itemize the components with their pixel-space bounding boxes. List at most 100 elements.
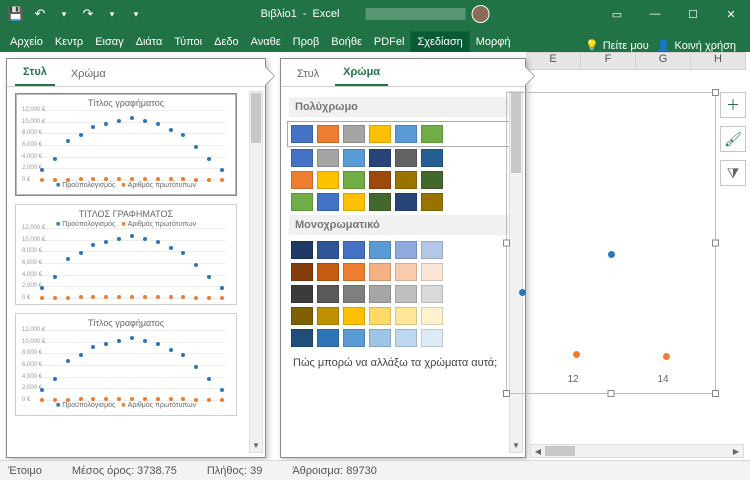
color-swatch[interactable] <box>343 149 365 167</box>
resize-handle[interactable] <box>712 240 719 247</box>
chart-elements-button[interactable]: ＋ <box>720 92 746 118</box>
color-swatch[interactable] <box>317 125 339 143</box>
color-swatch[interactable] <box>369 263 391 281</box>
chart-styles-button[interactable]: 🖌 <box>720 126 746 152</box>
close-button[interactable]: ✕ <box>712 0 750 28</box>
color-swatch[interactable] <box>343 125 365 143</box>
color-swatch[interactable] <box>291 125 313 143</box>
color-swatch[interactable] <box>291 307 313 325</box>
color-swatch[interactable] <box>317 149 339 167</box>
qat-customize-icon[interactable]: ▾ <box>126 4 146 24</box>
color-swatch[interactable] <box>395 307 417 325</box>
color-swatch[interactable] <box>369 307 391 325</box>
redo-icon[interactable]: ↷ <box>78 4 98 24</box>
minimize-button[interactable]: — <box>636 0 674 28</box>
resize-handle[interactable] <box>608 390 615 397</box>
avatar[interactable] <box>471 5 489 23</box>
style-tab[interactable]: Στυλ <box>15 60 55 86</box>
save-icon[interactable]: 💾 <box>6 4 26 24</box>
chart-style-thumb[interactable]: ΤΙΤΛΟΣ ΓΡΑΦΗΜΑΤΟΣΠροϋπολογισμόςΑριθμός π… <box>15 204 237 305</box>
resize-handle[interactable] <box>503 240 510 247</box>
style-tab-inactive[interactable]: Στυλ <box>289 62 327 86</box>
tab-layout[interactable]: Διάτα <box>130 32 169 52</box>
tell-me[interactable]: 💡Πείτε μου <box>585 39 649 52</box>
color-swatch[interactable] <box>317 307 339 325</box>
color-swatch[interactable] <box>317 285 339 303</box>
color-swatch[interactable] <box>369 125 391 143</box>
undo-icon[interactable]: ↶ <box>30 4 50 24</box>
color-swatch[interactable] <box>343 241 365 259</box>
color-swatch[interactable] <box>343 263 365 281</box>
color-swatch[interactable] <box>421 193 443 211</box>
color-swatch[interactable] <box>395 171 417 189</box>
color-scheme-row[interactable] <box>291 285 519 303</box>
color-swatch[interactable] <box>317 171 339 189</box>
color-swatch[interactable] <box>343 329 365 347</box>
color-tab-inactive[interactable]: Χρώμα <box>63 62 114 86</box>
col-f[interactable]: F <box>581 52 636 70</box>
embedded-chart[interactable]: 12 14 <box>506 92 716 394</box>
color-swatch[interactable] <box>421 241 443 259</box>
color-swatch[interactable] <box>343 285 365 303</box>
color-swatch[interactable] <box>395 125 417 143</box>
color-swatch[interactable] <box>421 149 443 167</box>
col-e[interactable]: E <box>526 52 581 70</box>
color-swatch[interactable] <box>369 285 391 303</box>
color-swatch[interactable] <box>317 263 339 281</box>
chart-style-thumb[interactable]: Τίτλος γραφήματος12,000 €10,000 €8,000 €… <box>15 93 237 196</box>
color-swatch[interactable] <box>291 149 313 167</box>
color-swatch[interactable] <box>421 307 443 325</box>
color-scheme-row[interactable] <box>291 329 519 347</box>
undo-drop-icon[interactable]: ▾ <box>54 4 74 24</box>
color-swatch[interactable] <box>369 171 391 189</box>
color-scheme-row[interactable] <box>289 123 519 145</box>
color-swatch[interactable] <box>369 329 391 347</box>
tab-pdf[interactable]: PDFel <box>368 32 411 52</box>
tab-home[interactable]: Κεντρ <box>49 32 89 52</box>
color-swatch[interactable] <box>395 285 417 303</box>
color-swatch[interactable] <box>421 263 443 281</box>
color-swatch[interactable] <box>343 171 365 189</box>
ribbon-options-icon[interactable]: ▭ <box>598 0 636 28</box>
color-swatch[interactable] <box>291 263 313 281</box>
redo-drop-icon[interactable]: ▾ <box>102 4 122 24</box>
color-swatch[interactable] <box>317 329 339 347</box>
tab-design[interactable]: Σχεδίαση <box>410 31 469 52</box>
color-swatch[interactable] <box>395 329 417 347</box>
color-swatch[interactable] <box>395 263 417 281</box>
color-swatch[interactable] <box>317 193 339 211</box>
color-swatch[interactable] <box>291 285 313 303</box>
style-scrollbar[interactable]: ▲▼ <box>249 91 263 453</box>
tab-help[interactable]: Βοήθε <box>325 32 368 52</box>
tab-format[interactable]: Μορφή <box>470 32 517 52</box>
color-swatch[interactable] <box>317 241 339 259</box>
color-swatch[interactable] <box>421 285 443 303</box>
color-scheme-row[interactable] <box>291 171 519 189</box>
color-swatch[interactable] <box>421 171 443 189</box>
share-button[interactable]: 👤Κοινή χρήση <box>657 39 736 52</box>
color-swatch[interactable] <box>421 329 443 347</box>
color-scheme-row[interactable] <box>291 193 519 211</box>
sheet-hscroll[interactable]: ◀▶ <box>530 444 744 458</box>
resize-handle[interactable] <box>712 390 719 397</box>
tab-file[interactable]: Αρχείο <box>4 32 49 52</box>
color-swatch[interactable] <box>291 171 313 189</box>
color-swatch[interactable] <box>369 149 391 167</box>
resize-handle[interactable] <box>712 89 719 96</box>
tab-data[interactable]: Δεδο <box>208 32 245 52</box>
color-scheme-row[interactable] <box>291 263 519 281</box>
maximize-button[interactable]: ☐ <box>674 0 712 28</box>
color-tab[interactable]: Χρώμα <box>335 60 388 86</box>
tab-view[interactable]: Προβ <box>287 32 326 52</box>
color-swatch[interactable] <box>291 193 313 211</box>
tab-review[interactable]: Αναθε <box>245 32 287 52</box>
color-swatch[interactable] <box>369 241 391 259</box>
resize-handle[interactable] <box>503 390 510 397</box>
tab-insert[interactable]: Εισαγ <box>89 32 129 52</box>
col-g[interactable]: G <box>636 52 691 70</box>
color-swatch[interactable] <box>291 329 313 347</box>
color-scheme-row[interactable] <box>291 149 519 167</box>
color-swatch[interactable] <box>369 193 391 211</box>
chart-style-thumb[interactable]: Τίτλος γραφήματος12,000 €10,000 €8,000 €… <box>15 313 237 416</box>
color-swatch[interactable] <box>291 241 313 259</box>
